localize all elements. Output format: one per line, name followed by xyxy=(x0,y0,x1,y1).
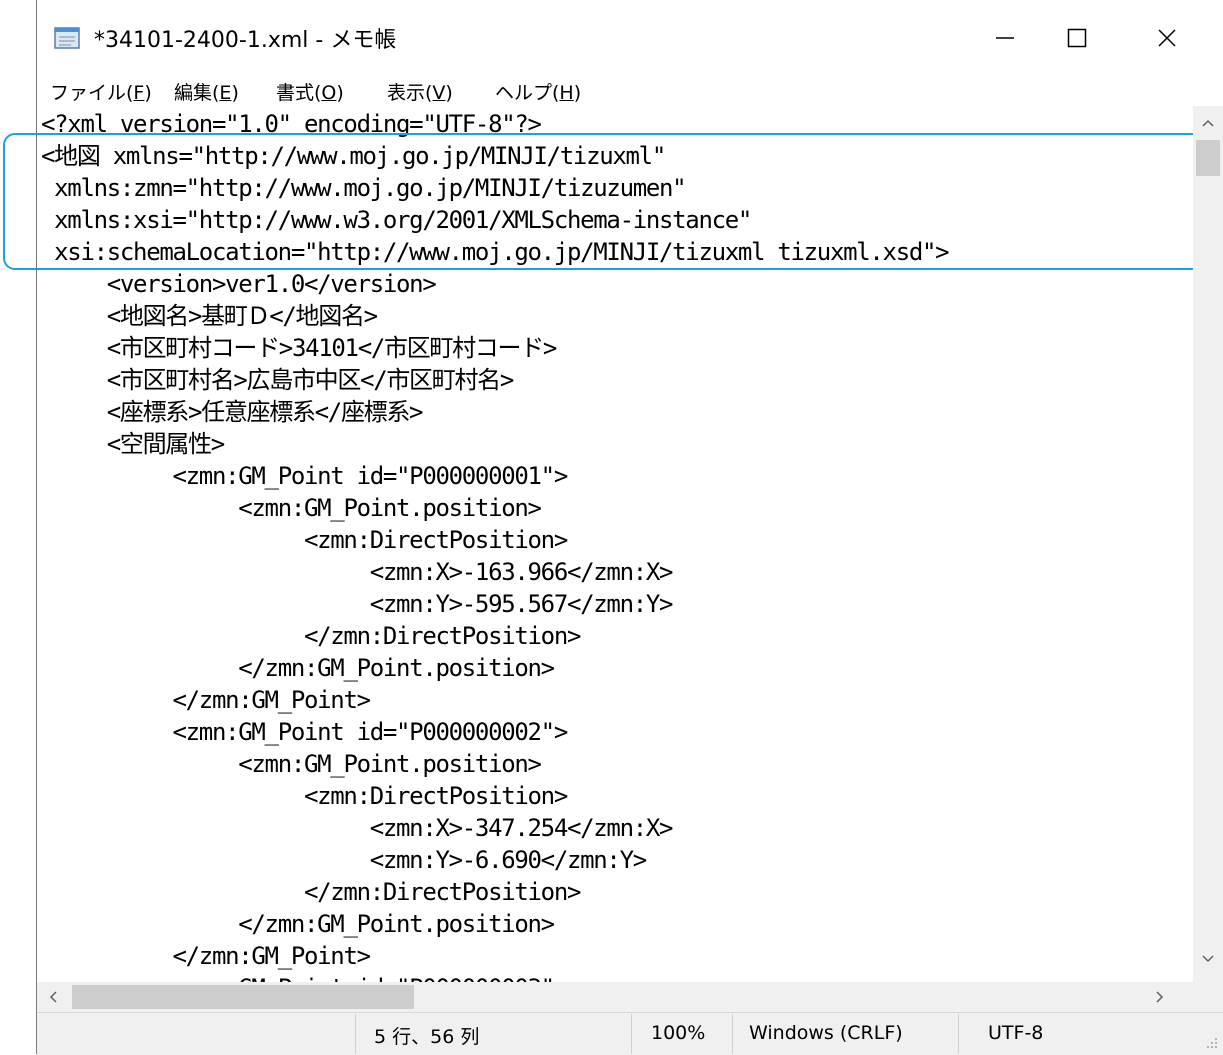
minimize-icon xyxy=(996,37,1014,39)
menu-help[interactable]: ヘルプ(H) xyxy=(495,78,581,105)
vertical-scrollbar[interactable] xyxy=(1193,106,1223,982)
editor-line: <zmn:GM_Point.position> xyxy=(41,750,542,778)
editor-line: </zmn:GM_Point> xyxy=(41,942,372,970)
status-line-ending: Windows (CRLF) xyxy=(749,1022,903,1044)
editor-line: <zmn:GM_Point.position> xyxy=(41,494,542,522)
vertical-scroll-thumb[interactable] xyxy=(1196,140,1220,176)
status-separator xyxy=(355,1014,356,1054)
status-separator xyxy=(631,1014,632,1054)
editor-line: </zmn:DirectPosition> xyxy=(41,878,581,906)
status-separator xyxy=(732,1014,733,1054)
menu-view[interactable]: 表示(V) xyxy=(387,78,453,105)
editor-line: <地図名>基町Ｄ</地図名> xyxy=(41,302,378,330)
editor-line: <zmn:X>-347.254</zmn:X> xyxy=(41,814,674,842)
editor-line: <zmn:GM_Point id="P000000001"> xyxy=(41,462,569,490)
resize-grip-icon[interactable] xyxy=(1205,1036,1219,1050)
status-zoom: 100% xyxy=(651,1022,706,1044)
editor-line: <座標系>任意座標系</座標系> xyxy=(41,398,424,426)
notepad-icon xyxy=(54,27,80,49)
close-button[interactable] xyxy=(1122,0,1212,76)
editor-line: <zmn:DirectPosition> xyxy=(41,526,568,554)
editor-line: <空間属性> xyxy=(41,430,225,458)
status-encoding: UTF-8 xyxy=(988,1022,1044,1044)
window-title: *34101-2400-1.xml - メモ帳 xyxy=(94,28,397,53)
editor-line: <市区町村コード>34101</市区町村コード> xyxy=(41,334,558,362)
editor-line: <zmn:DirectPosition> xyxy=(41,782,568,810)
status-bar xyxy=(37,1012,1223,1055)
editor-line: <version>ver1.0</version> xyxy=(41,270,437,298)
scroll-right-icon[interactable] xyxy=(1155,990,1165,1004)
editor-line: <zmn:GM_Point id="P000000003"> xyxy=(41,972,569,982)
editor-line: <市区町村名>広島市中区</市区町村名> xyxy=(41,366,515,394)
editor-line: </zmn:GM_Point> xyxy=(41,686,372,714)
close-icon xyxy=(1158,29,1176,47)
scroll-down-icon[interactable] xyxy=(1201,954,1215,964)
maximize-icon xyxy=(1067,28,1087,48)
editor-line: </zmn:GM_Point.position> xyxy=(41,654,555,682)
scroll-left-icon[interactable] xyxy=(48,990,58,1004)
status-separator xyxy=(958,1014,959,1054)
scrollbar-corner xyxy=(1193,982,1223,1012)
editor-line: <zmn:Y>-6.690</zmn:Y> xyxy=(41,846,647,874)
menu-format[interactable]: 書式(O) xyxy=(276,78,344,105)
status-cursor-position: 5 行、56 列 xyxy=(374,1026,480,1048)
editor-line: <zmn:X>-163.966</zmn:X> xyxy=(41,558,674,586)
scroll-up-icon[interactable] xyxy=(1201,118,1215,128)
menu-file[interactable]: ファイル(F) xyxy=(50,78,152,105)
maximize-button[interactable] xyxy=(1032,0,1122,76)
menu-bar: ファイル(F) 編集(E) 書式(O) 表示(V) ヘルプ(H) xyxy=(37,76,1223,106)
editor-line: <zmn:Y>-595.567</zmn:Y> xyxy=(41,590,674,618)
highlight-box xyxy=(3,133,1218,270)
editor-line: </zmn:DirectPosition> xyxy=(41,622,581,650)
horizontal-scroll-thumb[interactable] xyxy=(72,985,414,1009)
editor-line: </zmn:GM_Point.position> xyxy=(41,910,555,938)
editor-line: <zmn:GM_Point id="P000000002"> xyxy=(41,718,569,746)
menu-edit[interactable]: 編集(E) xyxy=(174,78,239,105)
